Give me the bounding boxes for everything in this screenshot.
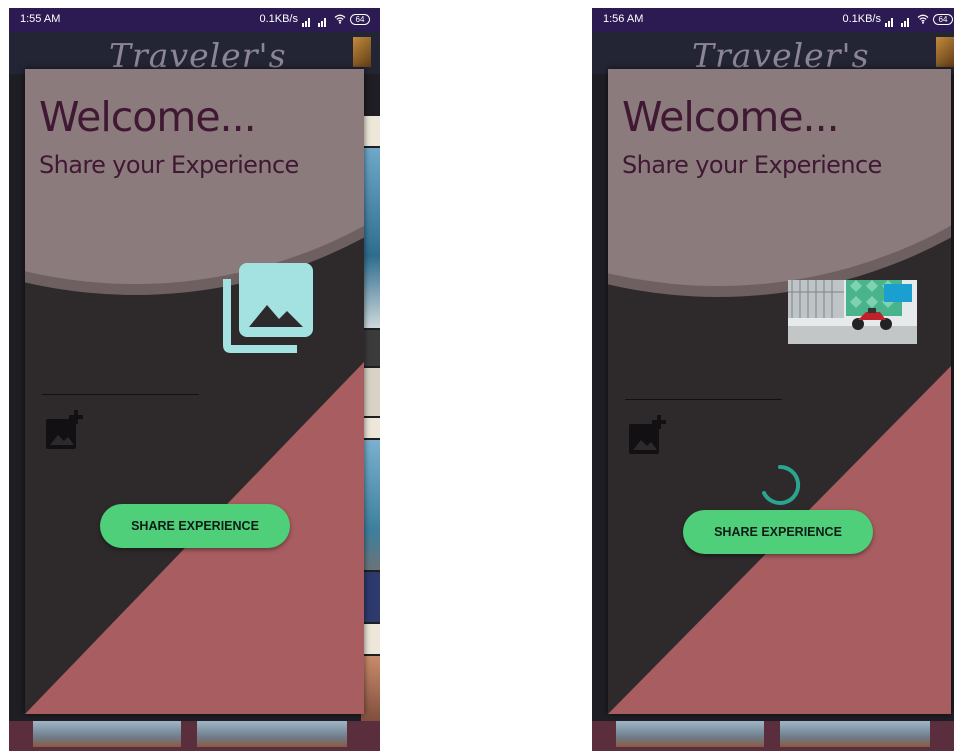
status-time: 1:55 AM <box>20 13 61 25</box>
caption-input[interactable] <box>42 394 199 395</box>
wifi-icon <box>917 14 929 24</box>
caption-input[interactable] <box>625 399 782 400</box>
share-experience-button[interactable]: SHARE EXPERIENCE <box>100 504 290 548</box>
bottom-feed <box>9 721 380 751</box>
status-bar: 1:55 AM 0.1KB/s 64 <box>9 8 380 32</box>
net-speed: 0.1KB/s <box>259 13 298 25</box>
photo-content <box>788 280 917 344</box>
signal-icon <box>885 15 897 27</box>
share-dialog: Welcome... Share your Experience SHARE E… <box>608 69 951 714</box>
welcome-subtitle: Share your Experience <box>622 151 882 179</box>
feed-card <box>616 721 764 747</box>
welcome-heading: Welcome... <box>39 93 257 141</box>
signal-icon <box>901 15 913 27</box>
header-thumbnail <box>353 37 371 67</box>
app-header: Traveler's <box>592 32 954 75</box>
welcome-subtitle: Share your Experience <box>39 151 299 179</box>
status-bar: 1:56 AM 0.1KB/s 64 <box>592 8 954 32</box>
header-thumbnail <box>936 37 954 67</box>
add-photo-icon[interactable] <box>627 414 669 456</box>
share-experience-button[interactable]: SHARE EXPERIENCE <box>683 510 873 554</box>
welcome-heading: Welcome... <box>622 93 840 141</box>
wifi-icon <box>334 14 346 24</box>
gallery-icon[interactable] <box>221 261 315 355</box>
loading-spinner <box>762 464 801 505</box>
phone-screen-right: 1:56 AM 0.1KB/s 64 Traveler's Welcome...… <box>592 8 954 751</box>
status-icons: 0.1KB/s 64 <box>259 13 370 27</box>
battery-icon: 64 <box>350 13 370 25</box>
feed-card <box>33 721 181 747</box>
feed-card <box>780 721 930 747</box>
signal-icon <box>318 15 330 27</box>
signal-icon <box>302 15 314 27</box>
status-time: 1:56 AM <box>603 13 644 25</box>
battery-icon: 64 <box>933 13 953 25</box>
net-speed: 0.1KB/s <box>842 13 881 25</box>
app-header: Traveler's <box>9 32 380 75</box>
phone-screen-left: 1:55 AM 0.1KB/s 64 Traveler's Welcome... <box>9 8 380 751</box>
status-icons: 0.1KB/s 64 <box>842 13 953 27</box>
selected-photo-preview[interactable] <box>788 280 917 344</box>
add-photo-icon[interactable] <box>44 409 86 451</box>
share-dialog: Welcome... Share your Experience SHARE E… <box>25 69 364 714</box>
bottom-feed <box>592 721 954 751</box>
feed-card <box>197 721 347 747</box>
